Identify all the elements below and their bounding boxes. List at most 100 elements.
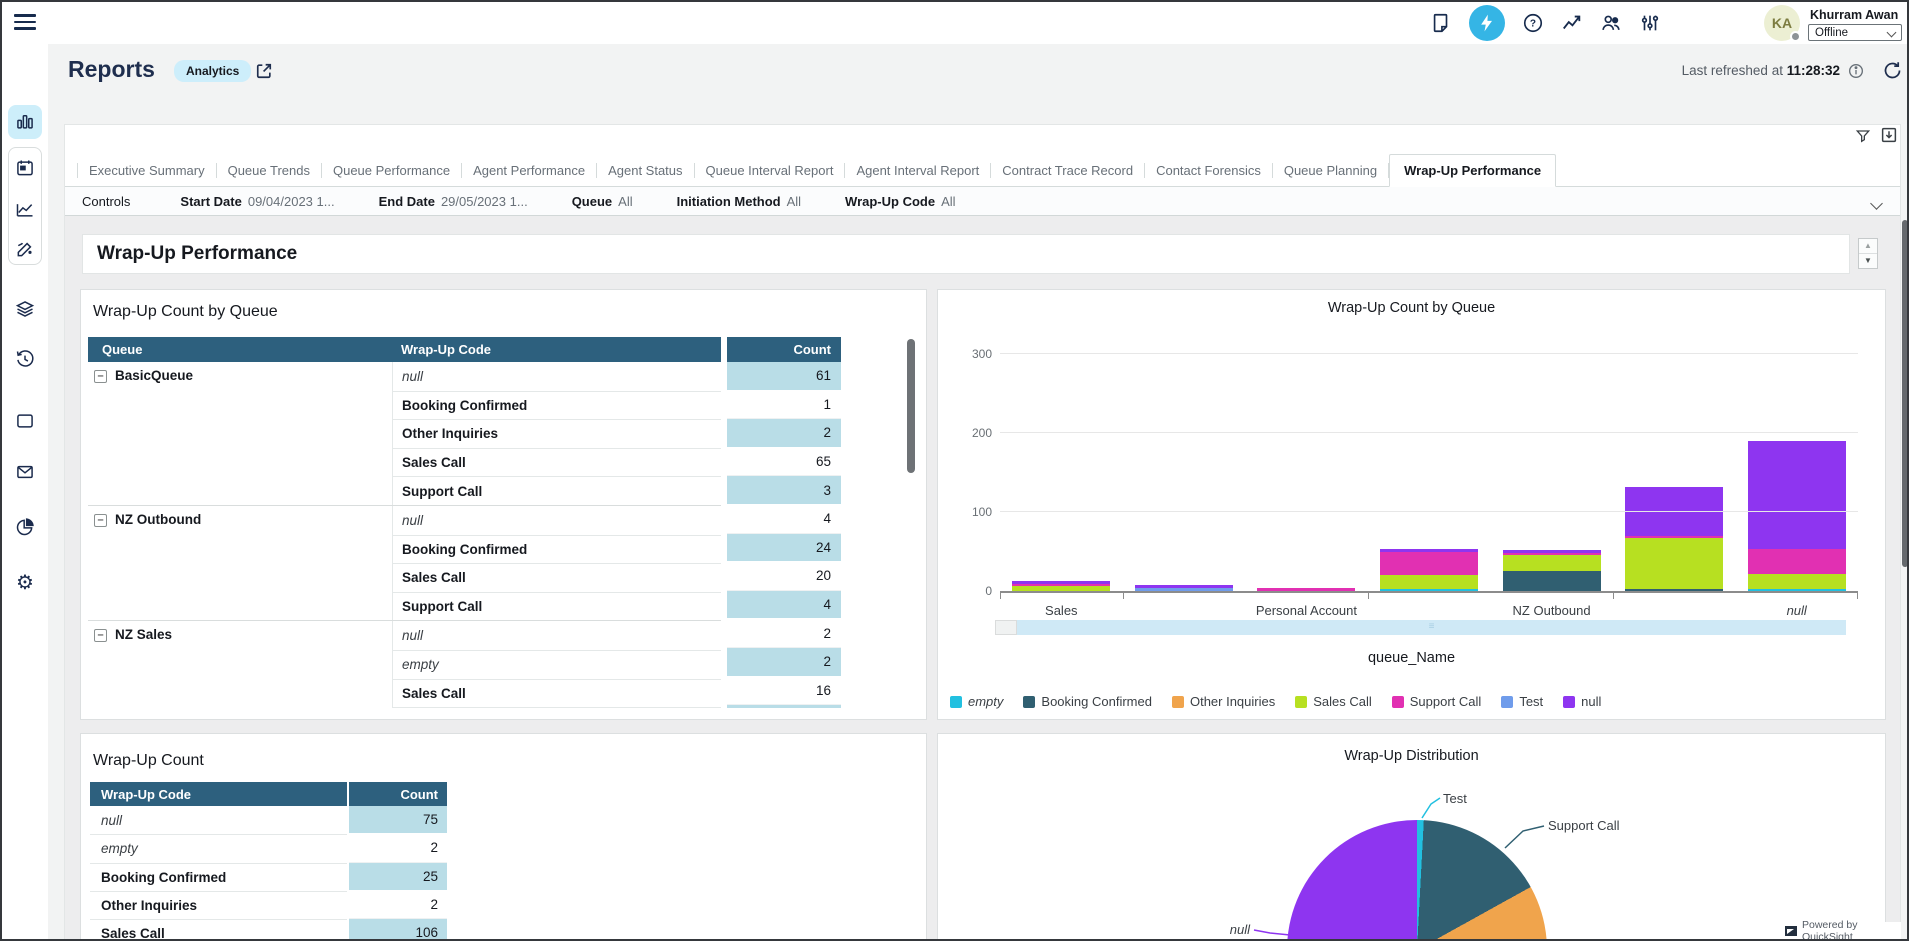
- wrapup-code-cell: Booking Confirmed: [393, 535, 721, 564]
- stacked-bar[interactable]: [1012, 581, 1110, 591]
- avatar[interactable]: KA: [1764, 5, 1800, 41]
- report-tabs: Executive SummaryQueue TrendsQueue Perfo…: [65, 154, 1900, 187]
- tab-queue-performance[interactable]: Queue Performance: [322, 155, 461, 186]
- tab-contact-forensics[interactable]: Contact Forensics: [1145, 155, 1272, 186]
- calendar-icon[interactable]: [14, 157, 36, 179]
- layers-icon[interactable]: [14, 298, 36, 320]
- count-cell: 1: [727, 391, 841, 420]
- controls-expand-icon[interactable]: [1872, 195, 1881, 213]
- tab-agent-status[interactable]: Agent Status: [597, 155, 693, 186]
- count-cell: 2: [349, 834, 447, 862]
- filter-initiation-method[interactable]: Initiation MethodAll: [677, 194, 801, 209]
- pie-label-null: null: [1184, 922, 1250, 937]
- hamburger-menu-icon[interactable]: [14, 14, 36, 31]
- chart-title: Wrap-Up Distribution: [938, 748, 1885, 764]
- sheet-title: Wrap-Up Performance: [97, 243, 297, 265]
- legend-swatch: [1501, 696, 1513, 708]
- powered-by-quicksight: Powered by QuickSight: [1785, 922, 1901, 940]
- hscroll-handle[interactable]: [995, 620, 1017, 635]
- stacked-bar[interactable]: [1625, 487, 1723, 591]
- legend-item-test[interactable]: Test: [1501, 694, 1543, 709]
- legend-swatch: [1172, 696, 1184, 708]
- user-name: Khurram Awan: [1810, 8, 1898, 22]
- x-tick-label: Sales: [981, 603, 1141, 618]
- collapse-icon[interactable]: –: [94, 629, 107, 642]
- filter-label: Initiation Method: [677, 194, 781, 209]
- filter-value: 29/05/2023 1...: [441, 194, 528, 209]
- tab-agent-performance[interactable]: Agent Performance: [462, 155, 596, 186]
- legend-item-other-inquiries[interactable]: Other Inquiries: [1172, 694, 1275, 709]
- wrapup-code-cell: Other Inquiries: [393, 419, 721, 448]
- hscroll-track[interactable]: ≡: [1017, 620, 1846, 635]
- legend-item-sales-call[interactable]: Sales Call: [1295, 694, 1372, 709]
- table-scrollbar[interactable]: [907, 339, 915, 473]
- tab-queue-planning[interactable]: Queue Planning: [1273, 155, 1388, 186]
- svg-text:?: ?: [1530, 19, 1536, 30]
- count-cell: 3: [727, 476, 841, 505]
- top-bar: ? KA Khurram Awan Offline: [2, 2, 1907, 44]
- collapse-icon[interactable]: –: [94, 370, 107, 383]
- legend-item-support-call[interactable]: Support Call: [1392, 694, 1482, 709]
- gear-icon[interactable]: ⚙: [14, 571, 36, 593]
- wrapup-code-label: Other Inquiries: [101, 898, 197, 913]
- history-icon[interactable]: [14, 348, 36, 370]
- filter-icon[interactable]: [1855, 128, 1871, 144]
- bar-slot: [1735, 354, 1858, 591]
- metrics-icon[interactable]: [1561, 12, 1583, 34]
- wrapup-code-cell: Sales Call: [393, 448, 721, 477]
- stacked-bar[interactable]: [1257, 588, 1355, 591]
- tab-wrap-up-performance[interactable]: Wrap-Up Performance: [1389, 154, 1556, 187]
- stacked-bar[interactable]: [1380, 549, 1478, 591]
- tab-queue-trends[interactable]: Queue Trends: [217, 155, 321, 186]
- stacked-bar[interactable]: [1748, 441, 1846, 591]
- legend-swatch: [1563, 696, 1575, 708]
- status-value: Offline: [1815, 27, 1848, 39]
- bar-segment-sales-call: [1748, 574, 1846, 590]
- bar-chart-icon[interactable]: [14, 111, 36, 133]
- external-link-icon[interactable]: [254, 61, 274, 81]
- legend-item-null[interactable]: null: [1563, 694, 1601, 709]
- code-rows: nullBooking ConfirmedOther InquiriesSale…: [393, 362, 721, 505]
- legend-item-empty[interactable]: empty: [950, 694, 1003, 709]
- design-pen-icon[interactable]: [14, 238, 36, 260]
- gridline: [1000, 432, 1858, 433]
- filter-wrap-up-code[interactable]: Wrap-Up CodeAll: [845, 194, 956, 209]
- tab-queue-interval-report[interactable]: Queue Interval Report: [695, 155, 845, 186]
- users-icon[interactable]: [1600, 12, 1622, 34]
- stacked-bar[interactable]: [1503, 550, 1601, 591]
- bolt-icon[interactable]: [1469, 5, 1505, 41]
- window-icon[interactable]: [14, 410, 36, 432]
- collapse-icon[interactable]: –: [94, 514, 107, 527]
- export-icon[interactable]: [1880, 126, 1898, 144]
- count-cell: 4: [727, 591, 841, 620]
- stacked-bar[interactable]: [1135, 585, 1233, 591]
- info-icon[interactable]: [1848, 63, 1864, 79]
- wrapup-code-label: Sales Call: [101, 926, 165, 941]
- pie-chart[interactable]: [1287, 820, 1547, 940]
- mail-icon[interactable]: [14, 461, 36, 483]
- sliders-icon[interactable]: [1639, 12, 1661, 34]
- line-chart-icon[interactable]: [14, 199, 36, 221]
- tab-executive-summary[interactable]: Executive Summary: [78, 155, 216, 186]
- status-select[interactable]: Offline: [1808, 24, 1902, 41]
- queue-cell: –NZ Sales: [88, 621, 393, 708]
- page-scrollbar-thumb[interactable]: [1902, 220, 1908, 567]
- wrapup-code-label: null: [402, 628, 423, 643]
- y-tick-label: 0: [952, 584, 992, 598]
- legend-item-booking-confirmed[interactable]: Booking Confirmed: [1023, 694, 1152, 709]
- chevron-down-icon: [1887, 28, 1897, 38]
- pie-chart-icon[interactable]: [14, 516, 36, 538]
- help-icon[interactable]: ?: [1522, 12, 1544, 34]
- tab-agent-interval-report[interactable]: Agent Interval Report: [845, 155, 990, 186]
- refresh-icon[interactable]: [1882, 60, 1903, 81]
- notes-icon[interactable]: [1430, 12, 1452, 34]
- tab-contract-trace-record[interactable]: Contract Trace Record: [991, 155, 1144, 186]
- wrapup-code-cell: Other Inquiries: [90, 891, 347, 919]
- scroll-up-button[interactable]: ▲: [1859, 239, 1877, 254]
- scroll-down-button[interactable]: ▼: [1859, 254, 1877, 269]
- filter-end-date[interactable]: End Date29/05/2023 1...: [379, 194, 528, 209]
- wrapup-code-cell: empty: [90, 834, 347, 862]
- filter-value: All: [941, 194, 955, 209]
- filter-queue[interactable]: QueueAll: [572, 194, 633, 209]
- filter-start-date[interactable]: Start Date09/04/2023 1...: [180, 194, 334, 209]
